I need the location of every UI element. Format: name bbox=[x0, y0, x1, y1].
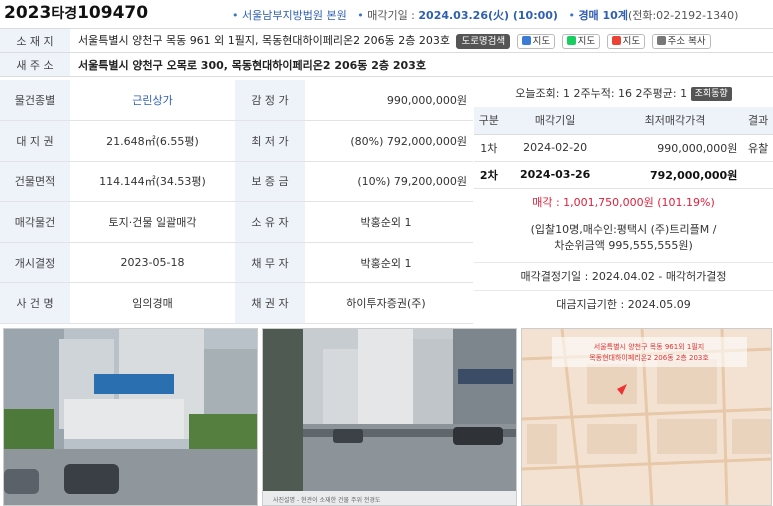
address-table: 소 재 지 서울특별시 양천구 목동 961 외 1필지, 목동현대하이페리온2… bbox=[0, 28, 773, 77]
case-name-label: 사 건 명 bbox=[0, 282, 70, 325]
bullet-icon: • bbox=[357, 9, 364, 22]
col-date: 매각기일 bbox=[503, 107, 607, 135]
table-row: 개시결정 2023-05-18 채 무 자 박홍순외 1 bbox=[0, 242, 473, 284]
case-name-value: 임의경매 bbox=[70, 282, 235, 325]
start-label: 개시결정 bbox=[0, 242, 70, 284]
naver-map-label: 지도 bbox=[577, 35, 596, 47]
details-table: 물건종별 근린상가 감 정 가 990,000,000원 대 지 권 21.64… bbox=[0, 80, 473, 325]
case-number: 2023타경109470 bbox=[4, 3, 148, 23]
location-value: 서울특별시 양천구 목동 961 외 1필지, 목동현대하이페리온2 206동 … bbox=[78, 34, 450, 48]
table-row: 건물면적 114.144㎡(34.53평) 보 증 금 (10%) 79,200… bbox=[0, 161, 473, 203]
photo-strip: 사진설명 - 현관이 소재한 건물 주위 전경도 서울특별시 양천구 목동 96… bbox=[0, 328, 773, 506]
type-value[interactable]: 근린상가 bbox=[70, 80, 235, 122]
case-no: 109470 bbox=[77, 3, 149, 23]
map-caption-1: 서울특별시 양천구 목동 961외 1필지 bbox=[594, 342, 704, 351]
table-row: 매각물건 토지·건물 일괄매각 소 유 자 박홍순외 1 bbox=[0, 201, 473, 243]
bullet-icon: • bbox=[232, 9, 239, 22]
payment-deadline: 대금지급기한 : 2024.05.09 bbox=[474, 289, 773, 318]
result-cell bbox=[743, 161, 773, 189]
type-label: 물건종별 bbox=[0, 80, 70, 122]
header-info: • 서울남부지방법원 본원 • 매각기일 : 2024.03.26(火) (10… bbox=[232, 7, 738, 23]
view-stats: 오늘조회: 1 2주누적: 16 2주평균: 1 조회동향 bbox=[474, 80, 773, 107]
daum-map-label: 지도 bbox=[532, 35, 551, 47]
photo-caption: 사진설명 - 현관이 소재한 건물 주위 전경도 bbox=[273, 496, 381, 504]
table-row: 대 지 권 21.648㎡(6.55평) 최 저 가 (80%) 792,000… bbox=[0, 120, 473, 162]
sale-ratio: (101.19%) bbox=[657, 195, 715, 209]
photo-street-view[interactable]: 사진설명 - 현관이 소재한 건물 주위 전경도 bbox=[262, 328, 517, 506]
case-year: 2023 bbox=[4, 3, 52, 23]
price-cell: 792,000,000원 bbox=[606, 161, 744, 189]
appraisal-value: 990,000,000원 bbox=[305, 80, 473, 122]
photo-building-exterior[interactable] bbox=[3, 328, 258, 506]
date-cell: 2024-02-20 bbox=[503, 134, 607, 162]
land-label: 대 지 권 bbox=[0, 120, 70, 162]
daum-map-button[interactable]: 지도 bbox=[516, 33, 556, 49]
bidder-info: (입찰10명,매수인:평택시 (주)트리플M / 차순위금액 995,555,5… bbox=[474, 216, 773, 262]
decision-date: 매각결정기일 : 2024.04.02 - 매각허가결정 bbox=[474, 261, 773, 290]
appraisal-label: 감 정 가 bbox=[235, 80, 305, 122]
min-price-value: (80%) 792,000,000원 bbox=[305, 120, 473, 162]
court-link[interactable]: 서울남부지방법원 본원 bbox=[242, 9, 347, 22]
table-row: 사 건 명 임의경매 채 권 자 하이투자증권(주) bbox=[0, 282, 473, 325]
google-map-icon bbox=[611, 35, 621, 45]
naver-map-button[interactable]: 지도 bbox=[561, 33, 601, 49]
round-cell: 2차 bbox=[474, 161, 504, 189]
deposit-value: (10%) 79,200,000원 bbox=[305, 161, 473, 203]
col-round: 구분 bbox=[474, 107, 504, 135]
sale-result: 매각 : 1,001,750,000원 (101.19%) bbox=[474, 189, 773, 216]
price-cell: 990,000,000원 bbox=[606, 134, 744, 162]
sale-date: 2024.03.26(火) (10:00) bbox=[418, 9, 558, 22]
case-type: 타경 bbox=[51, 6, 78, 22]
naver-map-icon bbox=[566, 35, 576, 45]
location-row: 서울특별시 양천구 목동 961 외 1필지, 목동현대하이페리온2 206동 … bbox=[70, 28, 773, 53]
bidder-line-2: 차순위금액 995,555,555원) bbox=[554, 238, 693, 252]
auction-history-panel: 오늘조회: 1 2주누적: 16 2주평균: 1 조회동향 구분 매각기일 최저… bbox=[474, 80, 773, 320]
copy-icon bbox=[656, 35, 666, 45]
bullet-icon: • bbox=[568, 9, 575, 22]
google-map-label: 지도 bbox=[622, 35, 641, 47]
building-value: 114.144㎡(34.53평) bbox=[70, 161, 235, 203]
owner-value: 박홍순외 1 bbox=[305, 201, 473, 243]
sale-object-label: 매각물건 bbox=[0, 201, 70, 243]
date-label: 매각기일 : bbox=[367, 9, 419, 22]
col-result: 결과 bbox=[743, 107, 773, 135]
photo-location-map[interactable]: 서울특별시 양천구 목동 961외 1필지 목동현대하이페리온2 206동 2층… bbox=[521, 328, 772, 506]
copy-address-button[interactable]: 주소 복사 bbox=[651, 33, 711, 49]
dept-link[interactable]: 경매 10계 bbox=[578, 9, 628, 22]
land-value: 21.648㎡(6.55평) bbox=[70, 120, 235, 162]
owner-label: 소 유 자 bbox=[235, 201, 305, 243]
view-trend-button[interactable]: 조회동향 bbox=[690, 87, 732, 101]
sale-object-value: 토지·건물 일괄매각 bbox=[70, 201, 235, 243]
new-address-value: 서울특별시 양천구 오목로 300, 목동현대하이페리온2 206동 2층 20… bbox=[70, 52, 773, 77]
road-search-button[interactable]: 도로명검색 bbox=[456, 33, 511, 49]
table-row: 2차 2024-03-26 792,000,000원 bbox=[474, 161, 773, 189]
location-label: 소 재 지 bbox=[0, 28, 70, 53]
building-label: 건물면적 bbox=[0, 161, 70, 203]
case-header: 2023타경109470 • 서울남부지방법원 본원 • 매각기일 : 2024… bbox=[0, 0, 773, 27]
round-cell: 1차 bbox=[474, 134, 504, 162]
map-caption-2: 목동현대하이페리온2 206동 2층 203호 bbox=[589, 353, 709, 362]
creditor-label: 채 권 자 bbox=[235, 282, 305, 325]
copy-address-label: 주소 복사 bbox=[667, 35, 706, 47]
rounds-table: 구분 매각기일 최저매각가격 결과 1차 2024-02-20 990,000,… bbox=[474, 107, 773, 189]
result-cell: 유찰 bbox=[743, 134, 773, 162]
date-cell: 2024-03-26 bbox=[503, 161, 607, 189]
daum-map-icon bbox=[521, 35, 531, 45]
table-row: 물건종별 근린상가 감 정 가 990,000,000원 bbox=[0, 80, 473, 122]
view-stats-text: 오늘조회: 1 2주누적: 16 2주평균: 1 bbox=[515, 87, 688, 100]
sale-label: 매각 : bbox=[532, 195, 564, 209]
bidder-line-1: (입찰10명,매수인:평택시 (주)트리플M / bbox=[530, 222, 717, 236]
table-row: 1차 2024-02-20 990,000,000원 유찰 bbox=[474, 134, 773, 162]
start-value: 2023-05-18 bbox=[70, 242, 235, 284]
debtor-label: 채 무 자 bbox=[235, 242, 305, 284]
new-address-label: 새 주 소 bbox=[0, 52, 70, 77]
creditor-value: 하이투자증권(주) bbox=[305, 282, 473, 325]
col-price: 최저매각가격 bbox=[606, 107, 744, 135]
google-map-button[interactable]: 지도 bbox=[606, 33, 646, 49]
min-price-label: 최 저 가 bbox=[235, 120, 305, 162]
sale-value: 1,001,750,000원 bbox=[563, 195, 654, 209]
debtor-value: 박홍순외 1 bbox=[305, 242, 473, 284]
deposit-label: 보 증 금 bbox=[235, 161, 305, 203]
dept-phone: (전화:02-2192-1340) bbox=[627, 9, 739, 22]
